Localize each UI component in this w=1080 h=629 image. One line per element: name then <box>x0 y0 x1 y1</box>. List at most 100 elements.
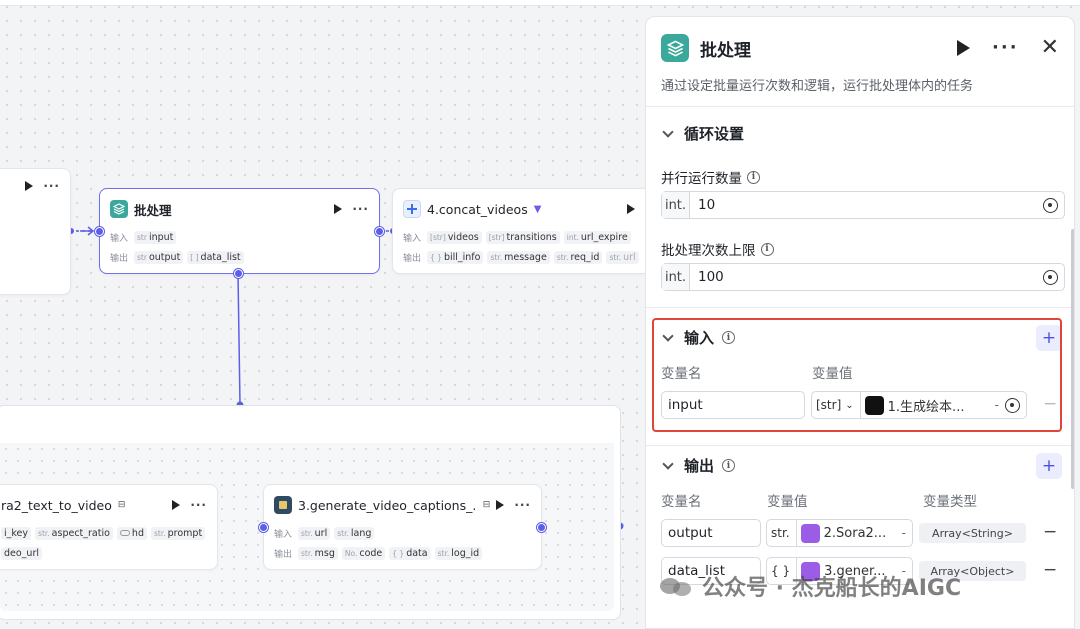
sora-node-title: ra2_text_to_video <box>1 497 112 513</box>
output-label: 输出 <box>110 253 129 264</box>
input-label: 输入 <box>110 233 129 244</box>
output-port[interactable] <box>537 523 546 532</box>
watermark: 公众号 · 杰克船长的AIGC <box>660 570 961 602</box>
max-batch-input[interactable]: int. 100 <box>661 263 1065 291</box>
batch-layers-icon <box>110 200 128 218</box>
param-tag: str. prompt <box>150 526 206 540</box>
left-node[interactable]: ··· <box>0 168 71 295</box>
param-tag: str. url <box>606 250 639 264</box>
run-icon[interactable] <box>334 204 343 214</box>
concat-videos-node[interactable]: 4.concat_videos ▼ 输入 [str] videos [str] tr… <box>392 188 652 274</box>
param-tag: str. aspect_ratio <box>35 526 113 540</box>
more-icon[interactable]: ··· <box>992 39 1019 57</box>
var-type-badge: Array<String> <box>919 523 1026 543</box>
info-icon[interactable]: i <box>747 170 760 184</box>
concurrency-input[interactable]: int. 10 <box>661 191 1065 219</box>
output-section-header[interactable]: 输出 i <box>661 455 736 476</box>
variable-ref-icon[interactable] <box>1043 197 1058 213</box>
run-icon[interactable] <box>172 500 181 510</box>
input-port[interactable] <box>95 227 104 236</box>
divider <box>646 307 1074 308</box>
close-icon[interactable]: ✕ <box>1041 37 1059 59</box>
batch-node[interactable]: 批处理 ··· 输入 str input 输出 str output [ ] data… <box>95 188 384 278</box>
type-prefix: int. <box>662 264 690 290</box>
param-tag: [str] transitions <box>485 230 560 244</box>
node-cube-icon <box>800 523 820 543</box>
batch-body-port[interactable] <box>234 269 243 278</box>
variable-ref-icon[interactable] <box>1043 269 1058 285</box>
chevron-down-icon[interactable] <box>662 458 674 470</box>
divider <box>646 445 1074 446</box>
run-icon[interactable] <box>627 204 635 214</box>
param-tag: str. message <box>487 250 550 264</box>
run-icon[interactable] <box>957 40 971 56</box>
param-tag: str. url <box>298 526 331 540</box>
param-tag: { } data <box>389 546 431 560</box>
output-var-name[interactable]: output <box>661 519 761 547</box>
param-tag: str input <box>134 230 177 244</box>
batch-layers-icon <box>661 34 689 62</box>
col-var-value: 变量值 <box>767 494 808 510</box>
section-title: 输出 <box>684 457 715 475</box>
param-tag: i_key <box>1 526 32 540</box>
max-batch-label: 批处理次数上限 i <box>661 239 774 259</box>
captions-plugin-icon <box>274 496 292 514</box>
param-tag: str. req_id <box>553 250 603 264</box>
run-icon[interactable] <box>496 500 505 510</box>
lock-icon: ⊟ <box>482 500 491 510</box>
output-var-value[interactable]: str. 2.Sora2... - <box>766 519 913 547</box>
ref-chip: 2.Sora2... <box>800 523 886 543</box>
section-title: 循环设置 <box>684 125 745 143</box>
param-tag: str output <box>134 250 184 264</box>
col-var-type: 变量类型 <box>923 494 977 510</box>
param-tag: No. code <box>341 546 386 560</box>
output-label: 输出 <box>403 253 422 264</box>
plugin-icon <box>403 200 421 218</box>
output-label: 输出 <box>274 549 293 560</box>
type-prefix: int. <box>662 192 690 218</box>
panel-scrollbar[interactable] <box>1071 229 1074 489</box>
input-label: 输入 <box>274 529 293 540</box>
captions-node-title: 3.generate_video_captions_... <box>298 497 477 513</box>
info-icon[interactable]: i <box>722 459 736 472</box>
verified-icon: ▼ <box>533 203 542 215</box>
info-icon[interactable]: i <box>760 242 774 256</box>
panel-title: 批处理 <box>700 40 751 61</box>
ref-suffix: - <box>901 526 906 540</box>
param-tag: str. log_id <box>434 546 483 560</box>
param-tag: hd <box>116 526 147 540</box>
param-tag: str. lang <box>334 526 375 540</box>
panel-description: 通过设定批量运行次数和逻辑，运行批处理体内的任务 <box>661 79 974 94</box>
col-var-name: 变量名 <box>661 494 702 510</box>
more-icon[interactable]: ··· <box>43 180 60 192</box>
concat-node-title: 4.concat_videos <box>427 201 528 217</box>
more-icon[interactable]: ··· <box>352 203 369 215</box>
param-tag: deo_url <box>1 546 43 560</box>
add-output-button[interactable]: + <box>1036 453 1062 479</box>
type-select[interactable]: str. <box>767 520 797 546</box>
param-tag: { } bill_info <box>427 250 484 264</box>
generate-video-captions-node[interactable]: 3.generate_video_captions_... ⊟ ··· 输入 s… <box>259 484 546 570</box>
param-tag: [ ] data_list <box>187 250 244 264</box>
input-label: 输入 <box>403 233 422 244</box>
max-batch-value[interactable]: 100 <box>698 269 724 285</box>
loop-settings-header[interactable]: 循环设置 <box>661 123 744 144</box>
wechat-logo-icon <box>660 574 696 598</box>
concurrency-value[interactable]: 10 <box>698 197 715 213</box>
batch-node-title: 批处理 <box>134 202 172 218</box>
more-icon[interactable]: ··· <box>190 499 207 511</box>
chevron-down-icon[interactable] <box>662 126 674 138</box>
param-tag: int. url_expire <box>563 230 631 244</box>
run-icon[interactable] <box>25 181 34 191</box>
watermark-text: 公众号 · 杰克船长的AIGC <box>702 576 962 601</box>
remove-row-button[interactable]: − <box>1043 560 1057 580</box>
more-icon[interactable]: ··· <box>514 499 531 511</box>
input-port[interactable] <box>259 523 268 532</box>
sora-text-to-video-node[interactable]: ra2_text_to_video ⊟ ··· i_key str. aspect… <box>0 484 218 570</box>
param-tag: str. msg <box>298 546 338 560</box>
remove-row-button[interactable]: − <box>1043 522 1057 542</box>
divider <box>646 106 1074 107</box>
output-port[interactable] <box>375 227 384 236</box>
param-tag: [str] videos <box>427 230 482 244</box>
concurrency-label: 并行运行数量 i <box>661 167 760 187</box>
